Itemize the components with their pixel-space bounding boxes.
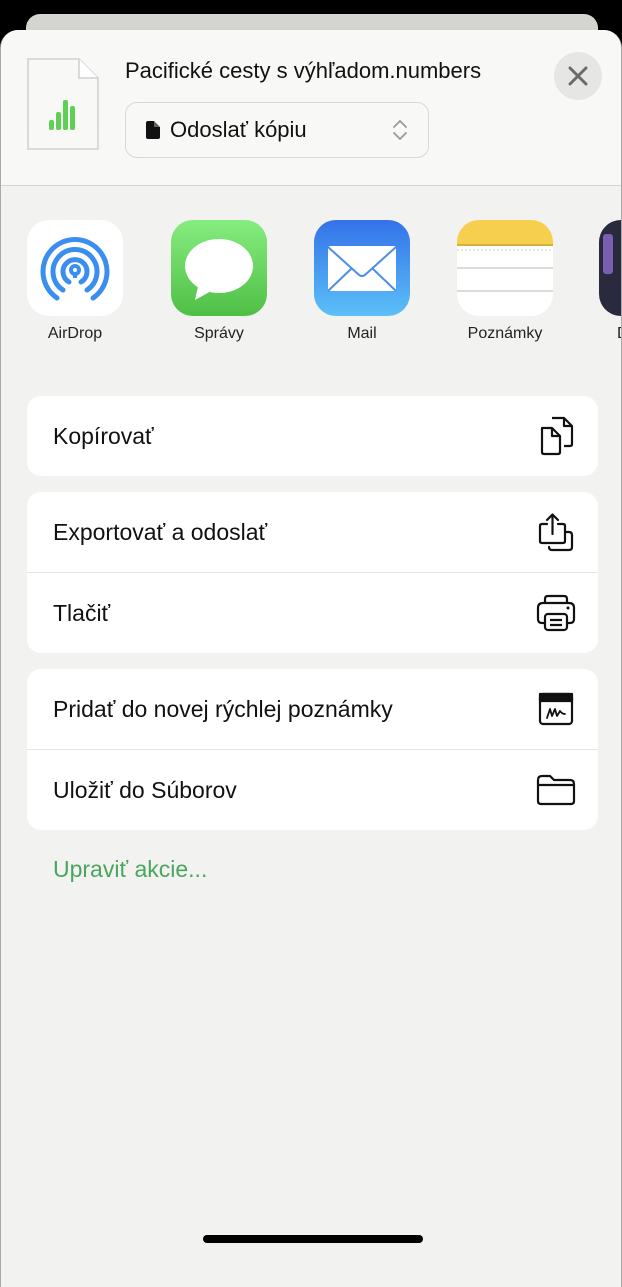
share-sheet: Pacifické cesty s výhľadom.numbers Odosl… <box>0 30 622 1287</box>
share-header: Pacifické cesty s výhľadom.numbers Odosl… <box>1 30 621 186</box>
close-button[interactable] <box>554 52 602 100</box>
mail-icon <box>314 220 410 316</box>
file-name: Pacifické cesty s výhľadom.numbers <box>125 58 482 83</box>
action-label: Pridať do novej rýchlej poznámky <box>53 695 393 722</box>
app-row: AirDrop Správy Mail Poznámky <box>1 220 621 360</box>
action-label: Uložiť do Súborov <box>53 776 237 803</box>
action-label: Tlačiť <box>53 599 111 626</box>
numbers-document-icon <box>27 58 99 150</box>
app-label: AirDrop <box>47 325 103 342</box>
printer-icon <box>536 593 576 633</box>
edit-actions-link[interactable]: Upraviť akcie... <box>53 856 207 883</box>
home-indicator[interactable] <box>203 1235 423 1243</box>
copy-icon <box>536 416 576 456</box>
app-partial[interactable]: D <box>599 220 621 343</box>
app-label: Poznámky <box>467 325 543 342</box>
app-notes[interactable]: Poznámky <box>457 220 553 343</box>
app-messages[interactable]: Správy <box>171 220 267 343</box>
action-print[interactable]: Tlačiť <box>27 572 598 653</box>
up-down-chevron-icon <box>393 120 407 140</box>
export-share-icon <box>536 512 576 552</box>
action-label: Kopírovať <box>53 422 154 449</box>
quick-note-icon <box>536 689 576 729</box>
app-label: D <box>617 325 621 343</box>
action-group-copy: Kopírovať <box>27 396 598 476</box>
action-export-share[interactable]: Exportovať a odoslať <box>27 492 598 572</box>
notes-icon <box>457 220 553 316</box>
action-quick-note[interactable]: Pridať do novej rýchlej poznámky <box>27 669 598 749</box>
action-group-notes-files: Pridať do novej rýchlej poznámky Uložiť … <box>27 669 598 830</box>
action-save-to-files[interactable]: Uložiť do Súborov <box>27 749 598 830</box>
app-airdrop[interactable]: AirDrop <box>27 220 123 343</box>
action-copy[interactable]: Kopírovať <box>27 396 598 476</box>
partial-app-icon <box>599 220 621 316</box>
app-label: Správy <box>194 325 244 342</box>
send-mode-select[interactable]: Odoslať kópiu <box>125 102 429 158</box>
action-label: Exportovať a odoslať <box>53 518 268 545</box>
action-group-export-print: Exportovať a odoslať Tlačiť <box>27 492 598 653</box>
app-mail[interactable]: Mail <box>314 220 410 343</box>
folder-icon <box>536 770 576 810</box>
app-label: Mail <box>347 325 377 342</box>
document-icon <box>146 121 160 139</box>
close-icon <box>568 66 588 86</box>
send-mode-value: Odoslať kópiu <box>170 117 307 142</box>
messages-icon <box>171 220 267 316</box>
airdrop-icon <box>27 220 123 316</box>
